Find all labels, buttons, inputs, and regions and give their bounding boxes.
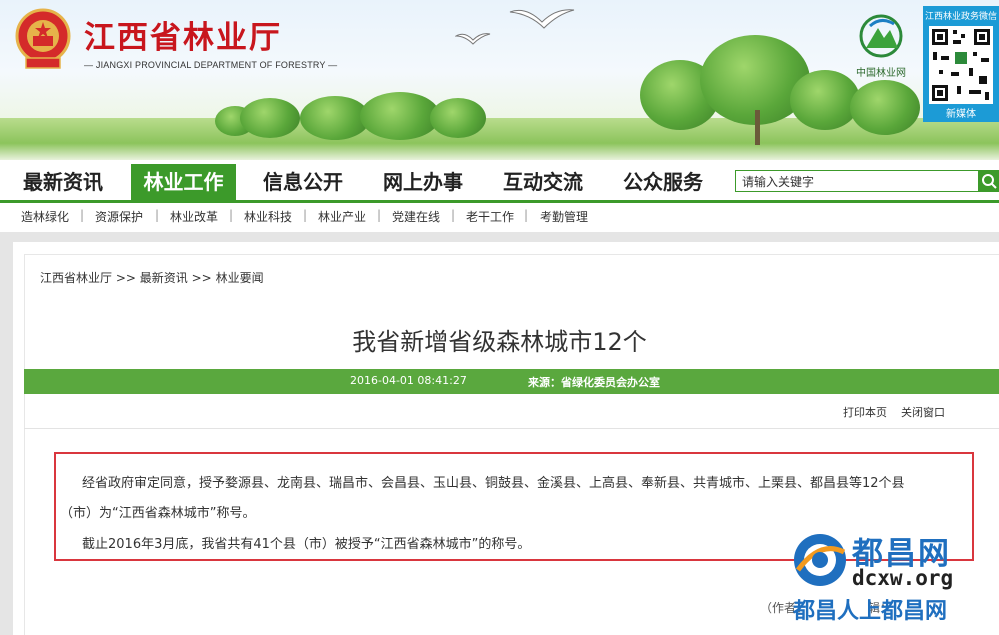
qr-title: 江西林业政务微信 — [924, 12, 997, 22]
watermark-url: dcxw.org — [852, 566, 954, 590]
divider — [24, 428, 999, 429]
subnav-item-forestry-reform[interactable]: 林业改革 — [170, 208, 218, 225]
qr-code-icon — [929, 26, 993, 104]
nav-item-online-services[interactable]: 网上办事 — [373, 164, 473, 200]
tree-decoration — [360, 92, 440, 140]
subnav-item-forestry-tech[interactable]: 林业科技 — [244, 208, 292, 225]
watermark-logo-icon — [794, 534, 846, 586]
grass-decoration — [0, 118, 999, 160]
subnav-item-party-building[interactable]: 党建在线 — [392, 208, 440, 225]
tree-decoration — [240, 98, 300, 138]
nav-item-latest-news[interactable]: 最新资讯 — [14, 164, 112, 200]
china-forestry-link[interactable]: 中国林业网 — [848, 14, 914, 79]
subnav-item-retired-cadres[interactable]: 老干工作 — [466, 208, 514, 225]
subnav-item-afforestation[interactable]: 造林绿化 — [21, 208, 69, 225]
article-paragraph: 截止2016年3月底，我省共有41个县（市）被授予“江西省森林城市”的称号。 — [82, 537, 531, 552]
search-box — [735, 170, 979, 192]
wechat-qr-panel[interactable]: 江西林业政务微信 新媒体 — [923, 6, 999, 122]
subnav-item-forestry-industry[interactable]: 林业产业 — [318, 208, 366, 225]
tree-decoration — [790, 70, 860, 130]
nav-item-interaction[interactable]: 互动交流 — [493, 164, 593, 200]
china-forestry-logo-icon — [859, 14, 903, 58]
breadcrumb-forestry-news[interactable]: 林业要闻 — [216, 271, 264, 285]
article-tools: 打印本页 关闭窗口 — [843, 404, 945, 420]
breadcrumb-latest-news[interactable]: 最新资讯 — [140, 271, 188, 285]
article-meta-bar — [24, 369, 999, 394]
breadcrumb-separator: >> — [115, 271, 136, 285]
search-button[interactable] — [979, 170, 999, 192]
search-input[interactable] — [736, 171, 972, 192]
bird-icon — [509, 9, 575, 29]
tree-decoration — [850, 80, 920, 135]
breadcrumb-separator: >> — [191, 271, 212, 285]
print-page-link[interactable]: 打印本页 — [843, 406, 887, 419]
site-title[interactable]: 江西省林业厅 — [84, 12, 282, 57]
article-source: 来源：省绿化委员会办公室 — [528, 376, 660, 389]
article-date: 2016-04-01 08:41:27 — [350, 374, 467, 387]
sub-nav: 造林绿化 | 资源保护 | 林业改革 | 林业科技 | 林业产业 | 党建在线 … — [0, 203, 999, 230]
watermark-slogan: 都昌人上都昌网 — [793, 599, 948, 624]
national-emblem-icon — [15, 8, 71, 69]
bird-icon — [455, 33, 491, 45]
china-forestry-label: 中国林业网 — [856, 68, 906, 79]
search-icon — [982, 174, 997, 189]
qr-caption: 新媒体 — [946, 109, 976, 120]
nav-item-forestry-work[interactable]: 林业工作 — [131, 164, 236, 200]
article-paragraph: 经省政府审定同意，授予婺源县、龙南县、瑞昌市、会昌县、玉山县、铜鼓县、金溪县、上… — [82, 476, 905, 491]
tree-decoration — [430, 98, 486, 138]
subnav-item-resource-protection[interactable]: 资源保护 — [95, 208, 143, 225]
nav-item-public-services[interactable]: 公众服务 — [613, 164, 713, 200]
article-title: 我省新增省级森林城市12个 — [352, 328, 647, 356]
header-banner: 江西省林业厅 — JIANGXI PROVINCIAL DEPARTMENT O… — [0, 0, 999, 160]
close-window-link[interactable]: 关闭窗口 — [901, 406, 945, 419]
breadcrumb-home[interactable]: 江西省林业厅 — [40, 271, 112, 285]
site-subtitle: — JIANGXI PROVINCIAL DEPARTMENT OF FORES… — [84, 60, 338, 70]
nav-item-info-disclosure[interactable]: 信息公开 — [253, 164, 353, 200]
breadcrumb: 江西省林业厅 >> 最新资讯 >> 林业要闻 — [40, 269, 264, 286]
article-paragraph: （市）为“江西省森林城市”称号。 — [60, 506, 256, 521]
subnav-item-attendance[interactable]: 考勤管理 — [540, 208, 588, 225]
